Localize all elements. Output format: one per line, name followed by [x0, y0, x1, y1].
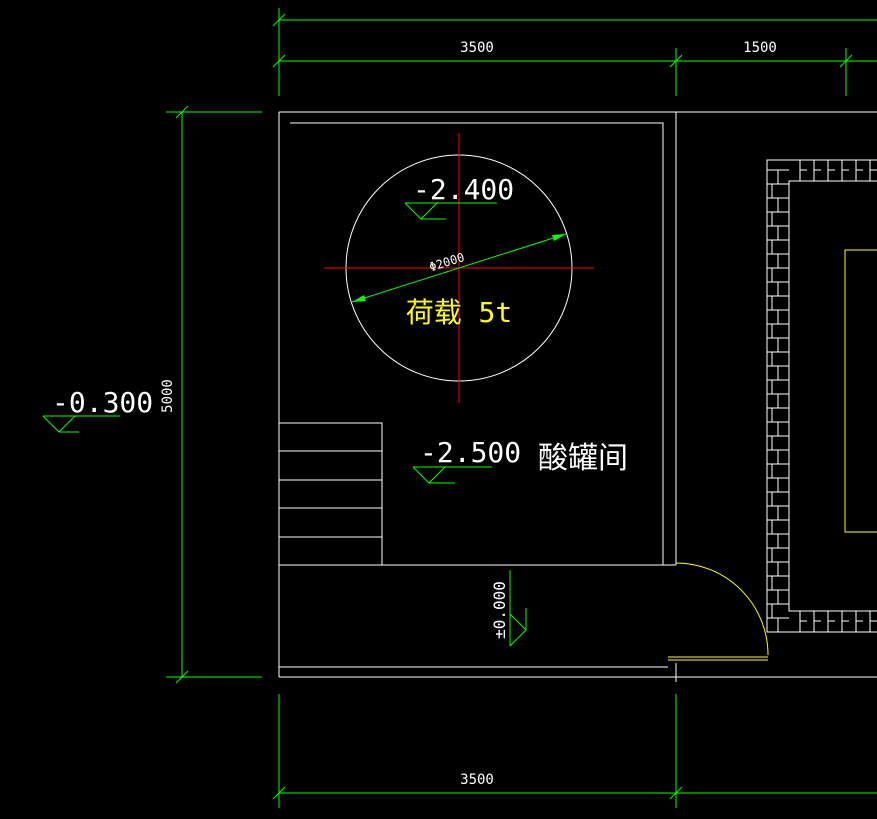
stairs-outline: [279, 422, 383, 565]
diameter-arrow-left: [352, 295, 366, 302]
brick-hatch-left: [767, 169, 789, 632]
room-name-label: 酸罐间: [538, 441, 628, 476]
dim-left-height: 5000: [160, 379, 176, 413]
elevation-corridor-symbol: [509, 570, 527, 647]
cad-plan-drawing: 3500 1500 5000 3500 Φ2000 荷载 5t -2.400 -…: [42, 8, 877, 808]
brick-hatch-top: [799, 160, 877, 181]
elevation-room-symbol: [412, 466, 492, 484]
top-dimension-group: [272, 8, 877, 96]
elevation-room-text: -2.500: [420, 436, 521, 469]
dim-top-left: 3500: [460, 40, 494, 56]
diameter-arrow-right: [552, 234, 566, 241]
brick-wall-outer: [766, 159, 877, 633]
elev-triangle: [412, 466, 446, 484]
brick-wall-inner: [788, 180, 877, 612]
stairs: [279, 422, 383, 565]
elevation-outside-text: -0.300: [52, 386, 153, 419]
left-dimension-group: [166, 105, 262, 684]
bottom-dimension-group: [272, 694, 877, 808]
equipment-outline: [844, 249, 877, 533]
dim-bottom: 3500: [460, 772, 494, 788]
door-swing-arc: [675, 562, 769, 656]
tank-diameter-label: Φ2000: [427, 250, 466, 274]
brick-hatch-bottom: [799, 611, 877, 632]
elevation-tank-text: -2.400: [413, 173, 514, 206]
tank-load-label: 荷载 5t: [406, 296, 513, 329]
elevation-corridor-text: ±0.000: [490, 581, 509, 639]
dim-top-right: 1500: [743, 40, 777, 56]
door: [668, 562, 769, 661]
elev-triangle: [509, 613, 527, 647]
right-structure: [766, 159, 877, 633]
